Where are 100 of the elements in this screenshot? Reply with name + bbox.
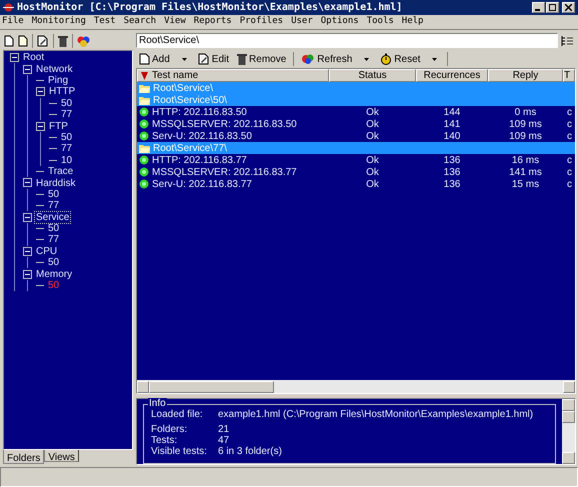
collapse-icon[interactable] [10, 53, 19, 62]
minimize-button[interactable] [532, 2, 545, 13]
table-cell-text: c [566, 130, 572, 144]
tree-item[interactable]: Network [34, 62, 75, 76]
column-header[interactable]: Reply [488, 69, 563, 82]
horizontal-scrollbar[interactable] [137, 380, 575, 393]
toolbar-button[interactable]: Edit [194, 51, 232, 68]
status-cell-text: Ok [365, 166, 380, 180]
edit-document-icon [198, 53, 210, 66]
refresh-icon [301, 53, 316, 66]
tree-item[interactable]: CPU [34, 244, 60, 258]
edit-document-icon[interactable] [37, 35, 49, 47]
close-button[interactable] [562, 2, 575, 13]
test-row[interactable]: Serv-U: 202.116.83.77 Ok 136 15 ms c [137, 178, 575, 190]
menu-item[interactable]: Help [402, 15, 424, 29]
menu-item[interactable]: File [2, 15, 24, 29]
tree-item[interactable]: 10 [59, 154, 74, 167]
tree-item[interactable]: 77 [59, 108, 74, 122]
collapse-icon[interactable] [23, 246, 32, 256]
tree-item[interactable]: 77 [46, 233, 62, 246]
table-cell-text: c [566, 166, 572, 180]
colored-balls-icon[interactable] [77, 35, 90, 47]
info-value: 21 [218, 424, 230, 435]
menu-item[interactable]: Search [124, 15, 156, 29]
tree-view-icon[interactable] [560, 34, 574, 47]
tree-item[interactable]: Service [34, 210, 72, 224]
status-cell-text: Ok [365, 106, 380, 120]
test-row[interactable]: Serv-U: 202.116.83.50 Ok 140 109 ms c [137, 130, 575, 142]
tree-item[interactable]: 77 [59, 142, 74, 156]
reply-cell-text: 109 ms [508, 130, 543, 144]
test-name: HTTP: 202.116.83.77 [152, 154, 247, 168]
menu-item[interactable]: User [291, 15, 313, 29]
trash-icon[interactable] [58, 35, 68, 47]
recurrences-cell-text: 136 [442, 166, 462, 180]
folder-icon [139, 96, 150, 105]
tree-item[interactable]: HTTP [47, 85, 78, 98]
test-name: MSSQLSERVER: 202.116.83.77 [152, 166, 297, 180]
path-field[interactable]: Root\Service\ [136, 33, 558, 48]
tab[interactable]: Views [44, 450, 79, 462]
tree-item[interactable]: FTP [47, 120, 70, 133]
column-header[interactable]: T [563, 69, 575, 82]
tree-item[interactable]: 50 [46, 188, 62, 201]
dropdown-arrow-icon [182, 58, 187, 61]
menu-item[interactable]: View [164, 15, 186, 29]
menu-item[interactable]: Reports [194, 15, 232, 29]
status-ok-icon [139, 131, 149, 142]
tab[interactable]: Folders [3, 450, 44, 464]
tree-item[interactable]: 50 [46, 256, 62, 270]
maximize-icon [549, 4, 556, 11]
toolbar-button[interactable]: Refresh [298, 51, 376, 68]
table-cell-text: c [566, 106, 572, 120]
tree-item[interactable]: 50 [59, 130, 74, 144]
tree-item[interactable]: 77 [46, 199, 62, 212]
status-ok-icon [139, 179, 149, 190]
status-ok-icon [139, 155, 149, 166]
menu-item[interactable]: Tools [366, 15, 394, 29]
test-name: HTTP: 202.116.83.50 [152, 106, 247, 120]
tree-item[interactable]: Root [21, 51, 46, 64]
tree-item[interactable]: 50 [46, 222, 62, 236]
toolbar-button[interactable]: Reset [377, 51, 444, 68]
column-header[interactable]: Test name [137, 69, 329, 82]
toolbar-button[interactable]: Add [136, 51, 193, 68]
tree-item[interactable]: Memory [34, 268, 74, 281]
maximize-button[interactable] [546, 2, 559, 13]
menu-item[interactable]: Profiles [240, 15, 284, 29]
menu-item[interactable]: Options [320, 15, 359, 29]
reply-cell-text: 109 ms [508, 118, 543, 132]
test-row[interactable]: HTTP: 202.116.83.50 Ok 144 0 ms c [137, 106, 575, 118]
reply-cell-text: 15 ms [510, 178, 540, 192]
info-label: Folders: [151, 424, 188, 435]
info-label: Visible tests: [151, 446, 208, 457]
collapse-icon[interactable] [23, 212, 32, 222]
column-header[interactable]: Recurrences [416, 69, 488, 82]
info-value: example1.hml (C:\Program Files\HostMonitor\Examples\example1.hml) [218, 409, 534, 420]
column-header[interactable]: Status [329, 69, 416, 82]
app-icon [3, 2, 14, 13]
menu-item[interactable]: Monitoring [32, 15, 86, 29]
tree-item[interactable]: Ping [46, 74, 70, 87]
vertical-scrollbar[interactable] [562, 399, 575, 464]
test-row[interactable]: HTTP: 202.116.83.77 Ok 136 16 ms c [137, 154, 575, 166]
collapse-icon[interactable] [36, 87, 45, 96]
tree-item[interactable]: 50 [59, 96, 74, 110]
toolbar-button[interactable]: Remove [234, 51, 290, 68]
tree-item[interactable]: Trace [46, 165, 76, 178]
tree-item[interactable]: 50 [46, 279, 62, 292]
status-cell-text: Ok [365, 154, 380, 168]
new-document-icon[interactable] [18, 35, 28, 47]
status-ok-icon [139, 107, 149, 118]
new-document-icon[interactable] [4, 35, 14, 47]
test-row[interactable]: MSSQLSERVER: 202.116.83.50 Ok 141 109 ms c [137, 118, 575, 130]
tree-item[interactable]: Harddisk [34, 176, 78, 190]
collapse-icon[interactable] [23, 178, 32, 188]
status-ok-icon [139, 167, 149, 178]
collapse-icon[interactable] [23, 64, 32, 74]
collapse-icon[interactable] [36, 122, 45, 131]
test-row[interactable]: MSSQLSERVER: 202.116.83.77 Ok 136 141 ms c [137, 166, 575, 178]
collapse-icon[interactable] [23, 270, 32, 279]
menu-item[interactable]: Test [94, 15, 116, 29]
recurrences-cell-text: 140 [442, 130, 462, 144]
recurrences-cell-text: 136 [442, 178, 462, 192]
